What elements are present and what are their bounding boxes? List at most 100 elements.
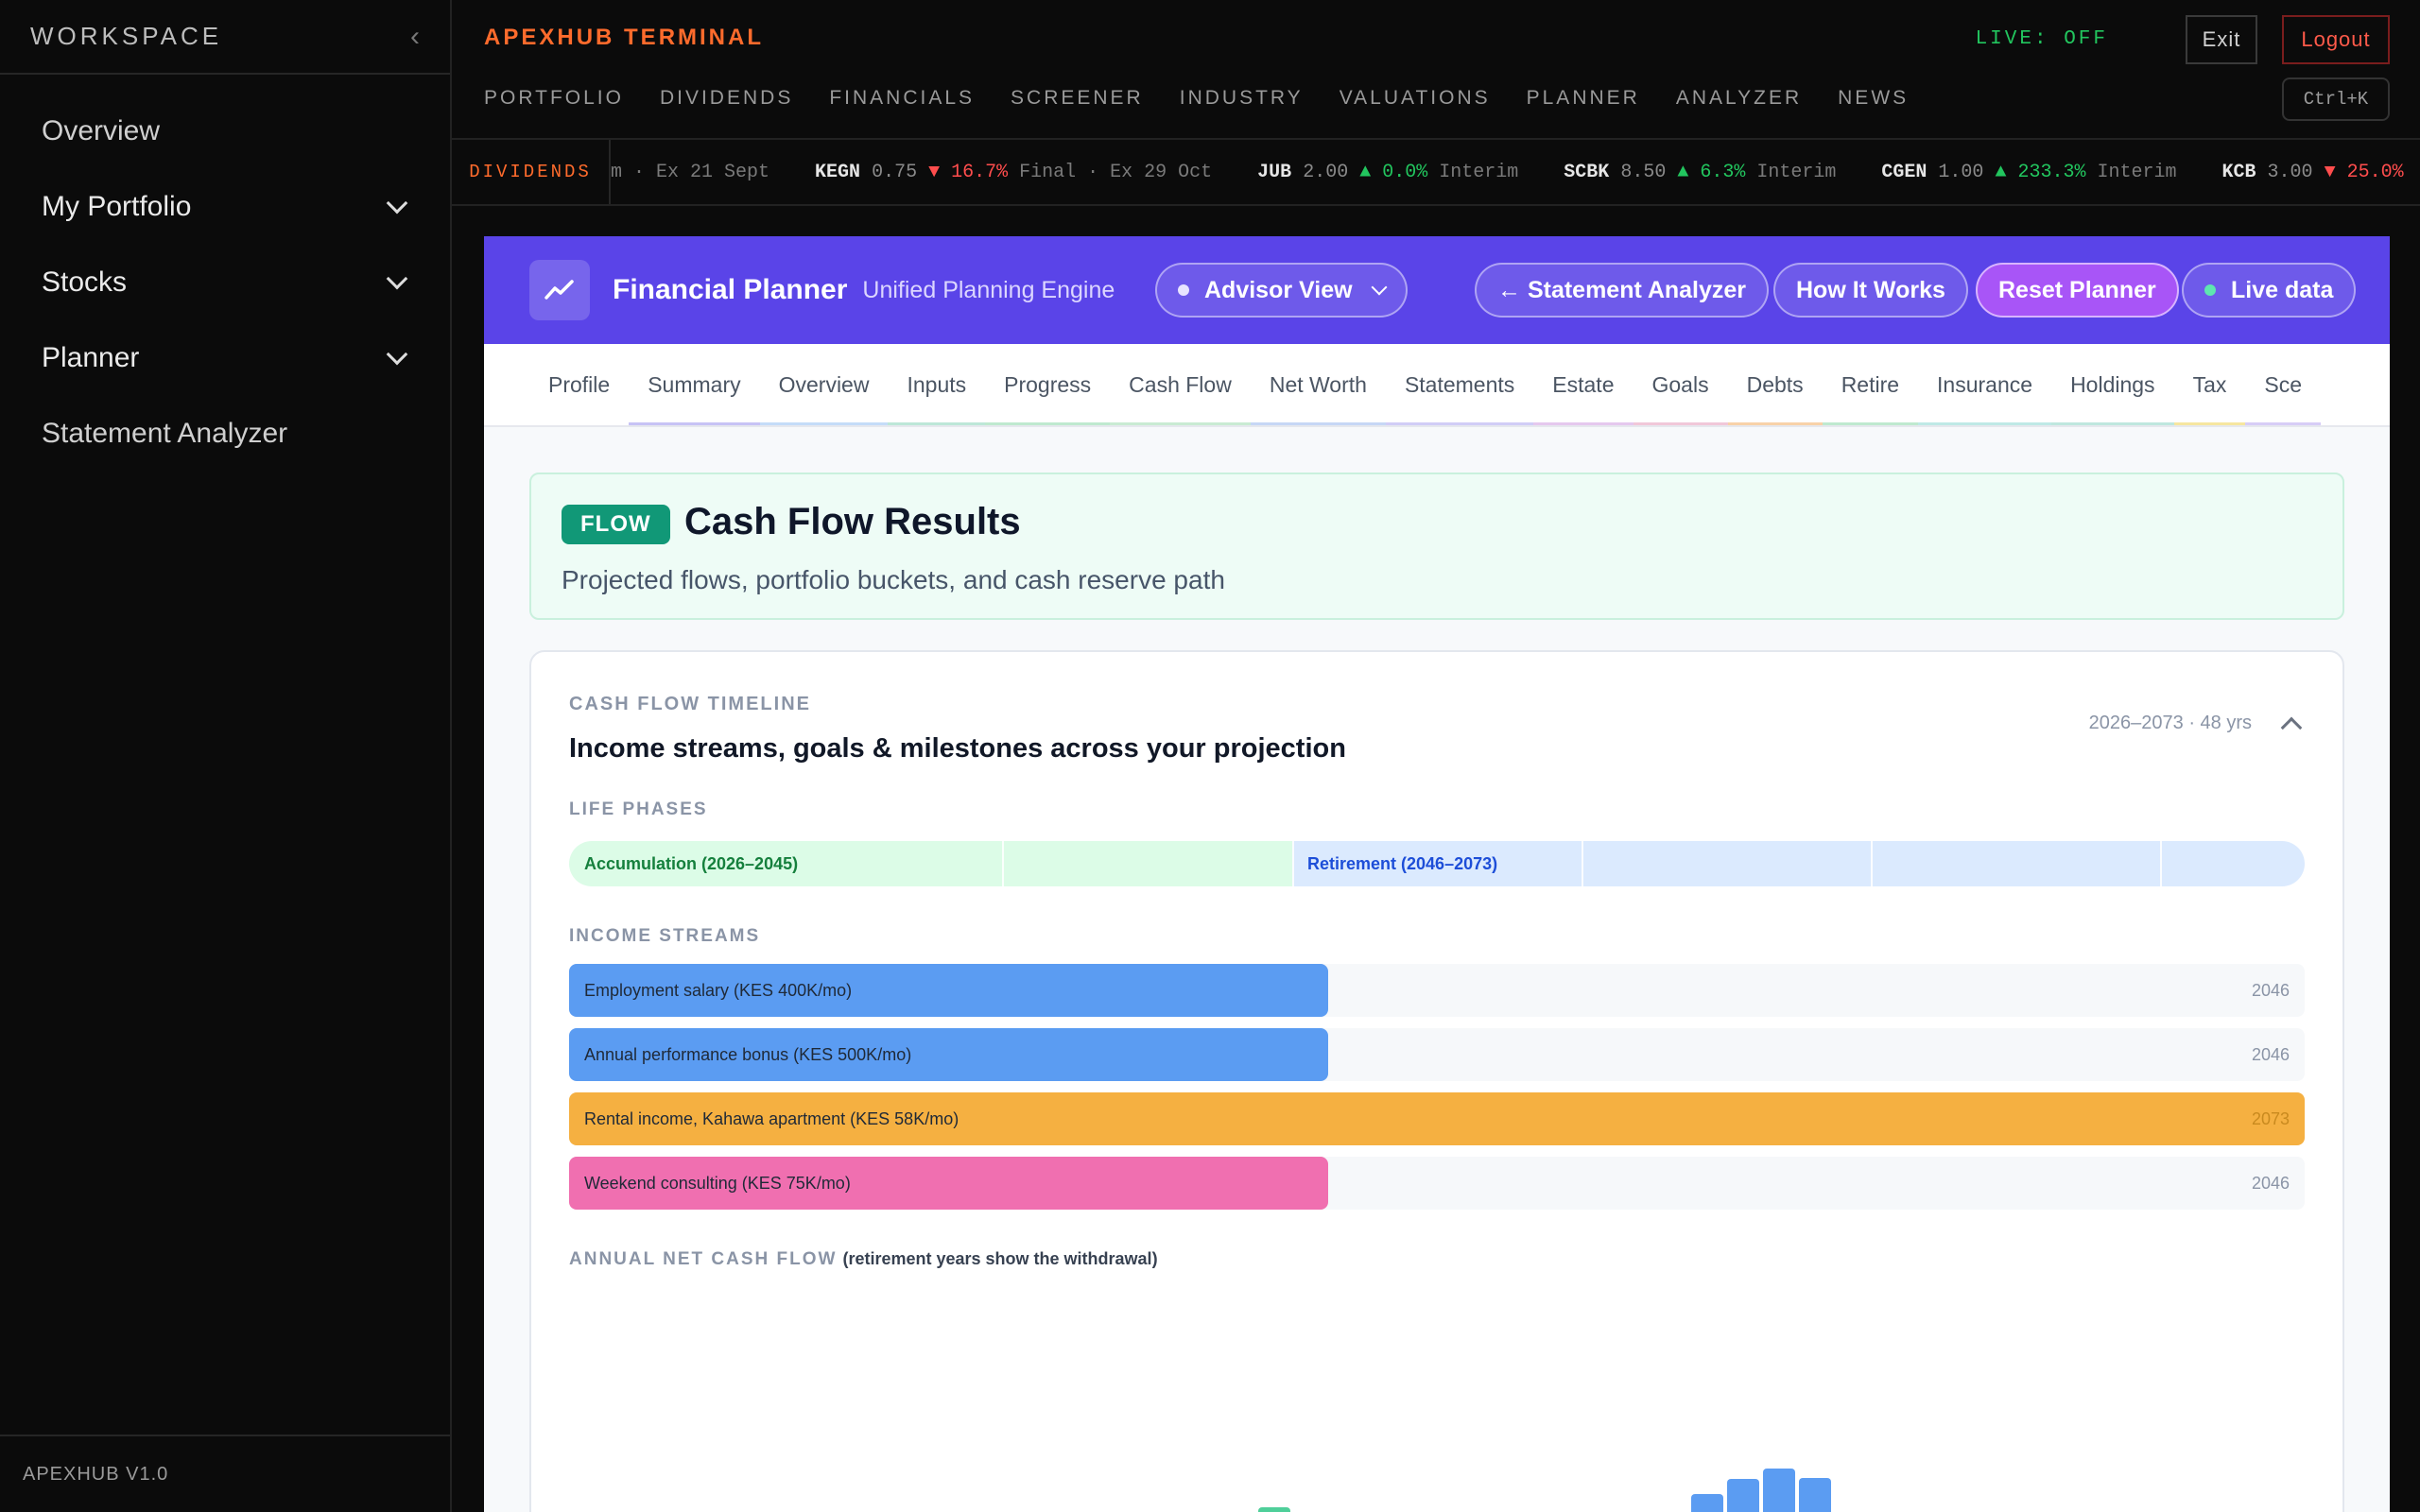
nav-analyzer[interactable]: ANALYZER (1676, 87, 1802, 110)
ticker-item[interactable]: JUB 2.00 ▲ 0.0% Interim (1257, 162, 1518, 183)
ticker-note: Interim (1439, 161, 1519, 183)
planner-content: Financial Planner Unified Planning Engin… (484, 236, 2390, 1512)
advisor-view-select[interactable]: Advisor View (1155, 263, 1408, 318)
statement-analyzer-button[interactable]: ← Statement Analyzer (1475, 263, 1770, 318)
ticker-change: ▲ 233.3% (1995, 161, 2086, 183)
tab-scenarios[interactable]: Sce (2245, 344, 2321, 425)
tab-insurance[interactable]: Insurance (1918, 344, 2052, 425)
sidebar-item-stocks[interactable]: Stocks (0, 245, 450, 320)
chevron-down-icon (386, 343, 408, 366)
tab-estate[interactable]: Estate (1533, 344, 1634, 425)
ticker-item[interactable]: KCB 3.00 ▼ 25.0% (2222, 162, 2404, 183)
command-palette-shortcut[interactable]: Ctrl+K (2282, 77, 2390, 121)
tab-net-worth[interactable]: Net Worth (1250, 344, 1387, 425)
trend-up-icon (529, 260, 590, 320)
live-data-toggle[interactable]: Live data (2182, 263, 2357, 318)
tab-tax[interactable]: Tax (2173, 344, 2246, 425)
ticker-change: ▲ 6.3% (1677, 161, 1746, 183)
nav-planner[interactable]: PLANNER (1527, 87, 1640, 110)
net-flow-bar-1-6[interactable] (1799, 1478, 1831, 1512)
dot-icon (1178, 284, 1189, 296)
tab-goals[interactable]: Goals (1633, 344, 1728, 425)
ticker-symbol: CGEN (1881, 161, 1927, 183)
nav-dividends[interactable]: DIVIDENDS (660, 87, 793, 110)
income-stream-row[interactable]: Weekend consulting (KES 75K/mo) 2046 (569, 1157, 2305, 1210)
net-flow-bar-1-4[interactable] (1727, 1479, 1759, 1512)
main-nav: PORTFOLIO DIVIDENDS FINANCIALS SCREENER … (484, 87, 1909, 110)
tab-holdings[interactable]: Holdings (2051, 344, 2173, 425)
live-status[interactable]: LIVE: OFF (1976, 28, 2108, 50)
sidebar-nav: Overview My Portfolio Stocks Planner Sta… (0, 75, 450, 472)
tab-overview[interactable]: Overview (759, 344, 889, 425)
income-stream-row[interactable]: Annual performance bonus (KES 500K/mo) 2… (569, 1028, 2305, 1081)
ticker-note: Interim (1756, 161, 1837, 183)
cash-flow-results-header: FLOW Cash Flow Results Projected flows, … (529, 472, 2344, 620)
sidebar-item-label: Statement Analyzer (42, 418, 288, 449)
ticker-value: 3.00 (2267, 161, 2313, 183)
tab-profile[interactable]: Profile (548, 344, 610, 425)
timeline-kicker: CASH FLOW TIMELINE (569, 694, 811, 714)
life-phases-bar: Accumulation (2026–2045) Retirement (204… (569, 841, 2305, 886)
ticker-value: 2.00 (1303, 161, 1349, 183)
nav-news[interactable]: NEWS (1838, 87, 1909, 110)
how-it-works-button[interactable]: How It Works (1773, 263, 1968, 318)
sidebar-header: WORKSPACE ‹ (0, 0, 450, 75)
tab-progress[interactable]: Progress (985, 344, 1111, 425)
ticker-note: Final · Ex 29 Oct (1019, 161, 1213, 183)
income-stream-row[interactable]: Employment salary (KES 400K/mo) 2046 (569, 964, 2305, 1017)
nav-screener[interactable]: SCREENER (1011, 87, 1144, 110)
income-stream-row[interactable]: Rental income, Kahawa apartment (KES 58K… (569, 1092, 2305, 1145)
advisor-view-label: Advisor View (1204, 276, 1353, 303)
phase-divider (1292, 841, 1294, 886)
ticker-symbol: SCBK (1564, 161, 1610, 183)
income-stream-bar: Weekend consulting (KES 75K/mo) (569, 1157, 1329, 1210)
nav-valuations[interactable]: VALUATIONS (1340, 87, 1491, 110)
planner-header: Financial Planner Unified Planning Engin… (484, 236, 2390, 344)
tab-statements[interactable]: Statements (1385, 344, 1534, 425)
sidebar-item-my-portfolio[interactable]: My Portfolio (0, 169, 450, 245)
ticker-symbol: KEGN (815, 161, 861, 183)
sidebar-item-label: Stocks (42, 266, 128, 298)
tab-summary[interactable]: Summary (629, 344, 761, 425)
tab-cash-flow[interactable]: Cash Flow (1110, 344, 1251, 425)
ticker-symbol: JUB (1257, 161, 1292, 183)
planner-tabs: Profile Summary Overview Inputs Progress… (484, 344, 2390, 427)
sidebar-item-planner[interactable]: Planner (0, 320, 450, 396)
tab-retire[interactable]: Retire (1822, 344, 1919, 425)
income-stream-bar: Annual performance bonus (KES 500K/mo) (569, 1028, 1329, 1081)
logout-button[interactable]: Logout (2282, 15, 2390, 64)
annual-net-cash-flow-chart (1258, 1469, 1831, 1512)
ticker-item[interactable]: CGEN 1.00 ▲ 233.3% Interim (1881, 162, 2176, 183)
ticker-note: Interim (2097, 161, 2177, 183)
nav-portfolio[interactable]: PORTFOLIO (484, 87, 624, 110)
cash-flow-results-subtitle: Projected flows, portfolio buckets, and … (562, 565, 1225, 594)
tab-inputs[interactable]: Inputs (888, 344, 985, 425)
timeline-title: Income streams, goals & milestones acros… (569, 733, 1346, 764)
chevron-up-icon[interactable] (2280, 716, 2303, 739)
net-flow-bar-0-4[interactable] (1258, 1507, 1290, 1512)
chevron-down-icon (386, 267, 408, 290)
brand-title[interactable]: APEXHUB TERMINAL (484, 25, 764, 51)
nav-financials[interactable]: FINANCIALS (829, 87, 975, 110)
sidebar-item-statement-analyzer[interactable]: Statement Analyzer (0, 396, 450, 472)
tab-debts[interactable]: Debts (1727, 344, 1823, 425)
net-flow-bar-1-3[interactable] (1691, 1494, 1723, 1512)
chevron-left-icon[interactable]: ‹ (410, 21, 420, 53)
ticker-change: ▼ 16.7% (928, 161, 1009, 183)
top-header: APEXHUB TERMINAL PORTFOLIO DIVIDENDS FIN… (452, 0, 2420, 140)
exit-button[interactable]: Exit (2186, 15, 2257, 64)
ticker-item[interactable]: KEGN 0.75 ▼ 16.7% Final · Ex 29 Oct (815, 162, 1212, 183)
sidebar-item-overview[interactable]: Overview (0, 94, 450, 169)
reset-planner-button[interactable]: Reset Planner (1976, 263, 2179, 318)
timeline-range: 2026–2073 · 48 yrs (2088, 713, 2252, 733)
nav-industry[interactable]: INDUSTRY (1180, 87, 1304, 110)
phase-retirement[interactable]: Retirement (2046–2073) (1292, 841, 2305, 886)
income-stream-end-year: 2073 (2251, 1108, 2290, 1128)
ticker-item[interactable]: SCBK 8.50 ▲ 6.3% Interim (1564, 162, 1836, 183)
income-stream-bar: Rental income, Kahawa apartment (KES 58K… (569, 1092, 2305, 1145)
phase-accumulation[interactable]: Accumulation (2026–2045) (569, 841, 1292, 886)
chevron-down-icon (1371, 279, 1388, 296)
income-stream-bar: Employment salary (KES 400K/mo) (569, 964, 1329, 1017)
net-flow-bar-1-5[interactable] (1763, 1469, 1795, 1512)
planner-title: Financial Planner (613, 274, 848, 305)
